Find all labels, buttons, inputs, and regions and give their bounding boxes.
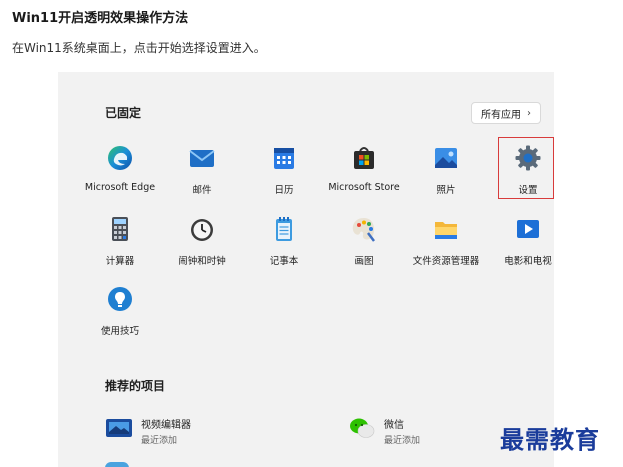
app-label: 画图: [354, 256, 374, 267]
video-editor-icon: [106, 419, 132, 437]
recommended-section-title: 推荐的项目: [105, 379, 166, 393]
app-label: 日历: [274, 185, 294, 196]
app-label: 闹钟和时钟: [178, 256, 226, 267]
app-label: Microsoft Edge: [84, 182, 156, 193]
recommended-item-wechat[interactable]: 微信 最近添加: [348, 416, 420, 446]
file-explorer-icon: [435, 222, 457, 239]
app-label: 记事本: [269, 256, 299, 267]
start-menu-screenshot: 已固定 所有应用 › Microsoft Edge 邮件 日历 Microsof…: [58, 72, 554, 467]
recommended-item-name: 视频编辑器: [141, 420, 191, 431]
watermark: 最需教育: [500, 425, 600, 454]
photos-icon: [435, 148, 457, 168]
pinned-app-movies-tv[interactable]: 电影和电视: [486, 215, 554, 267]
pinned-app-calendar[interactable]: 日历: [242, 144, 326, 196]
recommended-item-name: 微信: [384, 420, 404, 431]
recommended-item-subtitle: 最近添加: [141, 436, 178, 446]
pinned-app-notepad[interactable]: 记事本: [242, 215, 326, 267]
notepad-icon: [276, 217, 292, 241]
pinned-app-tips[interactable]: 使用技巧: [78, 285, 162, 337]
alarm-clock-icon: [191, 219, 213, 241]
pinned-app-alarms[interactable]: 闹钟和时钟: [160, 215, 244, 267]
app-label: 照片: [436, 185, 456, 196]
calculator-icon: [112, 217, 128, 241]
calendar-icon: [274, 148, 294, 169]
paint-icon: [352, 218, 375, 242]
all-apps-label: 所有应用: [481, 109, 521, 121]
store-icon: [354, 147, 374, 169]
pinned-app-file-explorer[interactable]: 文件资源管理器: [404, 215, 488, 267]
recommended-item-video-editor[interactable]: 视频编辑器 最近添加: [105, 416, 191, 446]
pinned-app-edge[interactable]: Microsoft Edge: [78, 144, 162, 193]
app-label: 计算器: [105, 256, 135, 267]
edge-icon: [108, 146, 132, 170]
movies-tv-icon: [517, 220, 539, 238]
pinned-app-photos[interactable]: 照片: [404, 144, 488, 196]
all-apps-button[interactable]: 所有应用 ›: [471, 102, 541, 124]
pinned-section-title: 已固定: [105, 106, 142, 120]
wechat-icon: [350, 418, 375, 438]
recommended-item-subtitle: 最近添加: [384, 436, 421, 446]
chevron-right-icon: ›: [527, 107, 531, 119]
app-label: Microsoft Store: [328, 182, 400, 193]
app-label: 邮件: [192, 185, 212, 196]
app-label: 使用技巧: [100, 326, 139, 337]
article-paragraph: 在Win11系统桌面上，点击开始选择设置进入。: [12, 41, 266, 55]
pinned-app-paint[interactable]: 画图: [322, 215, 406, 267]
app-label: 电影和电视: [504, 256, 552, 267]
partially-visible-app-icon: [105, 462, 129, 467]
pinned-app-mail[interactable]: 邮件: [160, 144, 244, 196]
tips-icon: [108, 287, 132, 311]
settings-highlight-box: [498, 137, 554, 199]
app-label: 文件资源管理器: [412, 256, 480, 267]
pinned-app-store[interactable]: Microsoft Store: [322, 144, 406, 193]
pinned-app-calculator[interactable]: 计算器: [78, 215, 162, 267]
article-title: Win11开启透明效果操作方法: [12, 11, 189, 26]
mail-icon: [189, 150, 215, 167]
